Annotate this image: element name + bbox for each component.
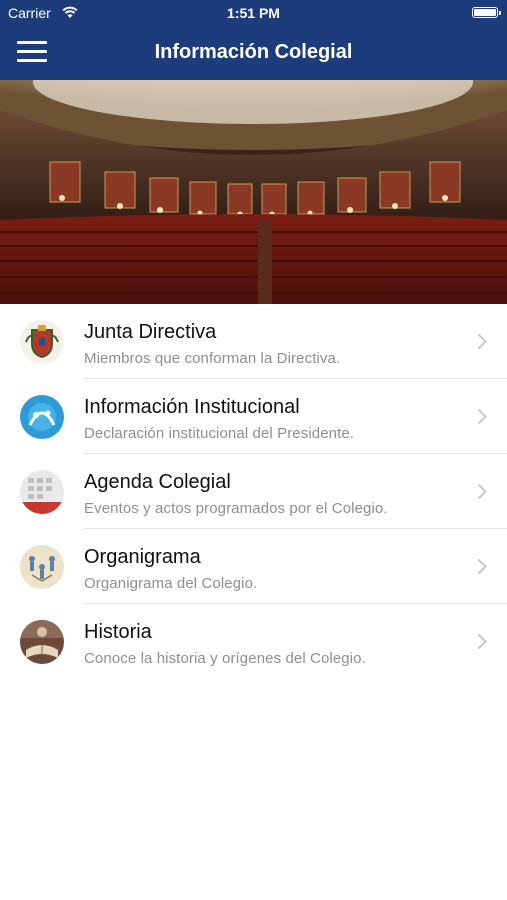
row-subtitle: Organigrama del Colegio.	[84, 575, 258, 592]
institution-logo-icon	[20, 395, 64, 439]
chevron-right-icon	[477, 633, 487, 650]
status-bar: Carrier 1:51 PM	[0, 0, 507, 26]
chevron-right-icon	[477, 558, 487, 575]
list-item-informacion-institucional[interactable]: Información Institucional Declaración in…	[0, 379, 507, 454]
list-item-organigrama[interactable]: Organigrama Organigrama del Colegio.	[0, 529, 507, 604]
battery-icon	[472, 7, 501, 18]
org-chart-photo-icon	[20, 545, 64, 589]
status-time: 1:51 PM	[227, 5, 280, 21]
row-title: Agenda Colegial	[84, 471, 231, 493]
row-subtitle: Declaración institucional del Presidente…	[84, 425, 355, 442]
row-subtitle: Conoce la historia y orígenes del Colegi…	[84, 650, 366, 667]
list-item-historia[interactable]: Historia Conoce la historia y orígenes d…	[0, 604, 507, 679]
row-title: Junta Directiva	[84, 321, 217, 343]
row-subtitle: Miembros que conforman la Directiva.	[84, 350, 341, 367]
menu-list: Junta Directiva Miembros que conforman l…	[0, 304, 507, 679]
row-subtitle: Eventos y actos programados por el Coleg…	[84, 500, 388, 517]
chevron-right-icon	[477, 408, 487, 425]
row-title: Historia	[84, 621, 152, 643]
chevron-right-icon	[477, 483, 487, 500]
calendar-photo-icon	[20, 470, 64, 514]
hero-image	[0, 80, 507, 304]
row-title: Información Institucional	[84, 396, 300, 418]
page-title: Información Colegial	[154, 41, 353, 63]
list-item-junta-directiva[interactable]: Junta Directiva Miembros que conforman l…	[0, 304, 507, 379]
row-title: Organigrama	[84, 546, 201, 568]
list-item-agenda-colegial[interactable]: Agenda Colegial Eventos y actos programa…	[0, 454, 507, 529]
navigation-bar: Información Colegial	[0, 26, 507, 80]
chevron-right-icon	[477, 333, 487, 350]
theater-auditorium-photo	[0, 80, 507, 304]
history-book-photo-icon	[20, 620, 64, 664]
coat-of-arms-icon	[20, 320, 64, 364]
